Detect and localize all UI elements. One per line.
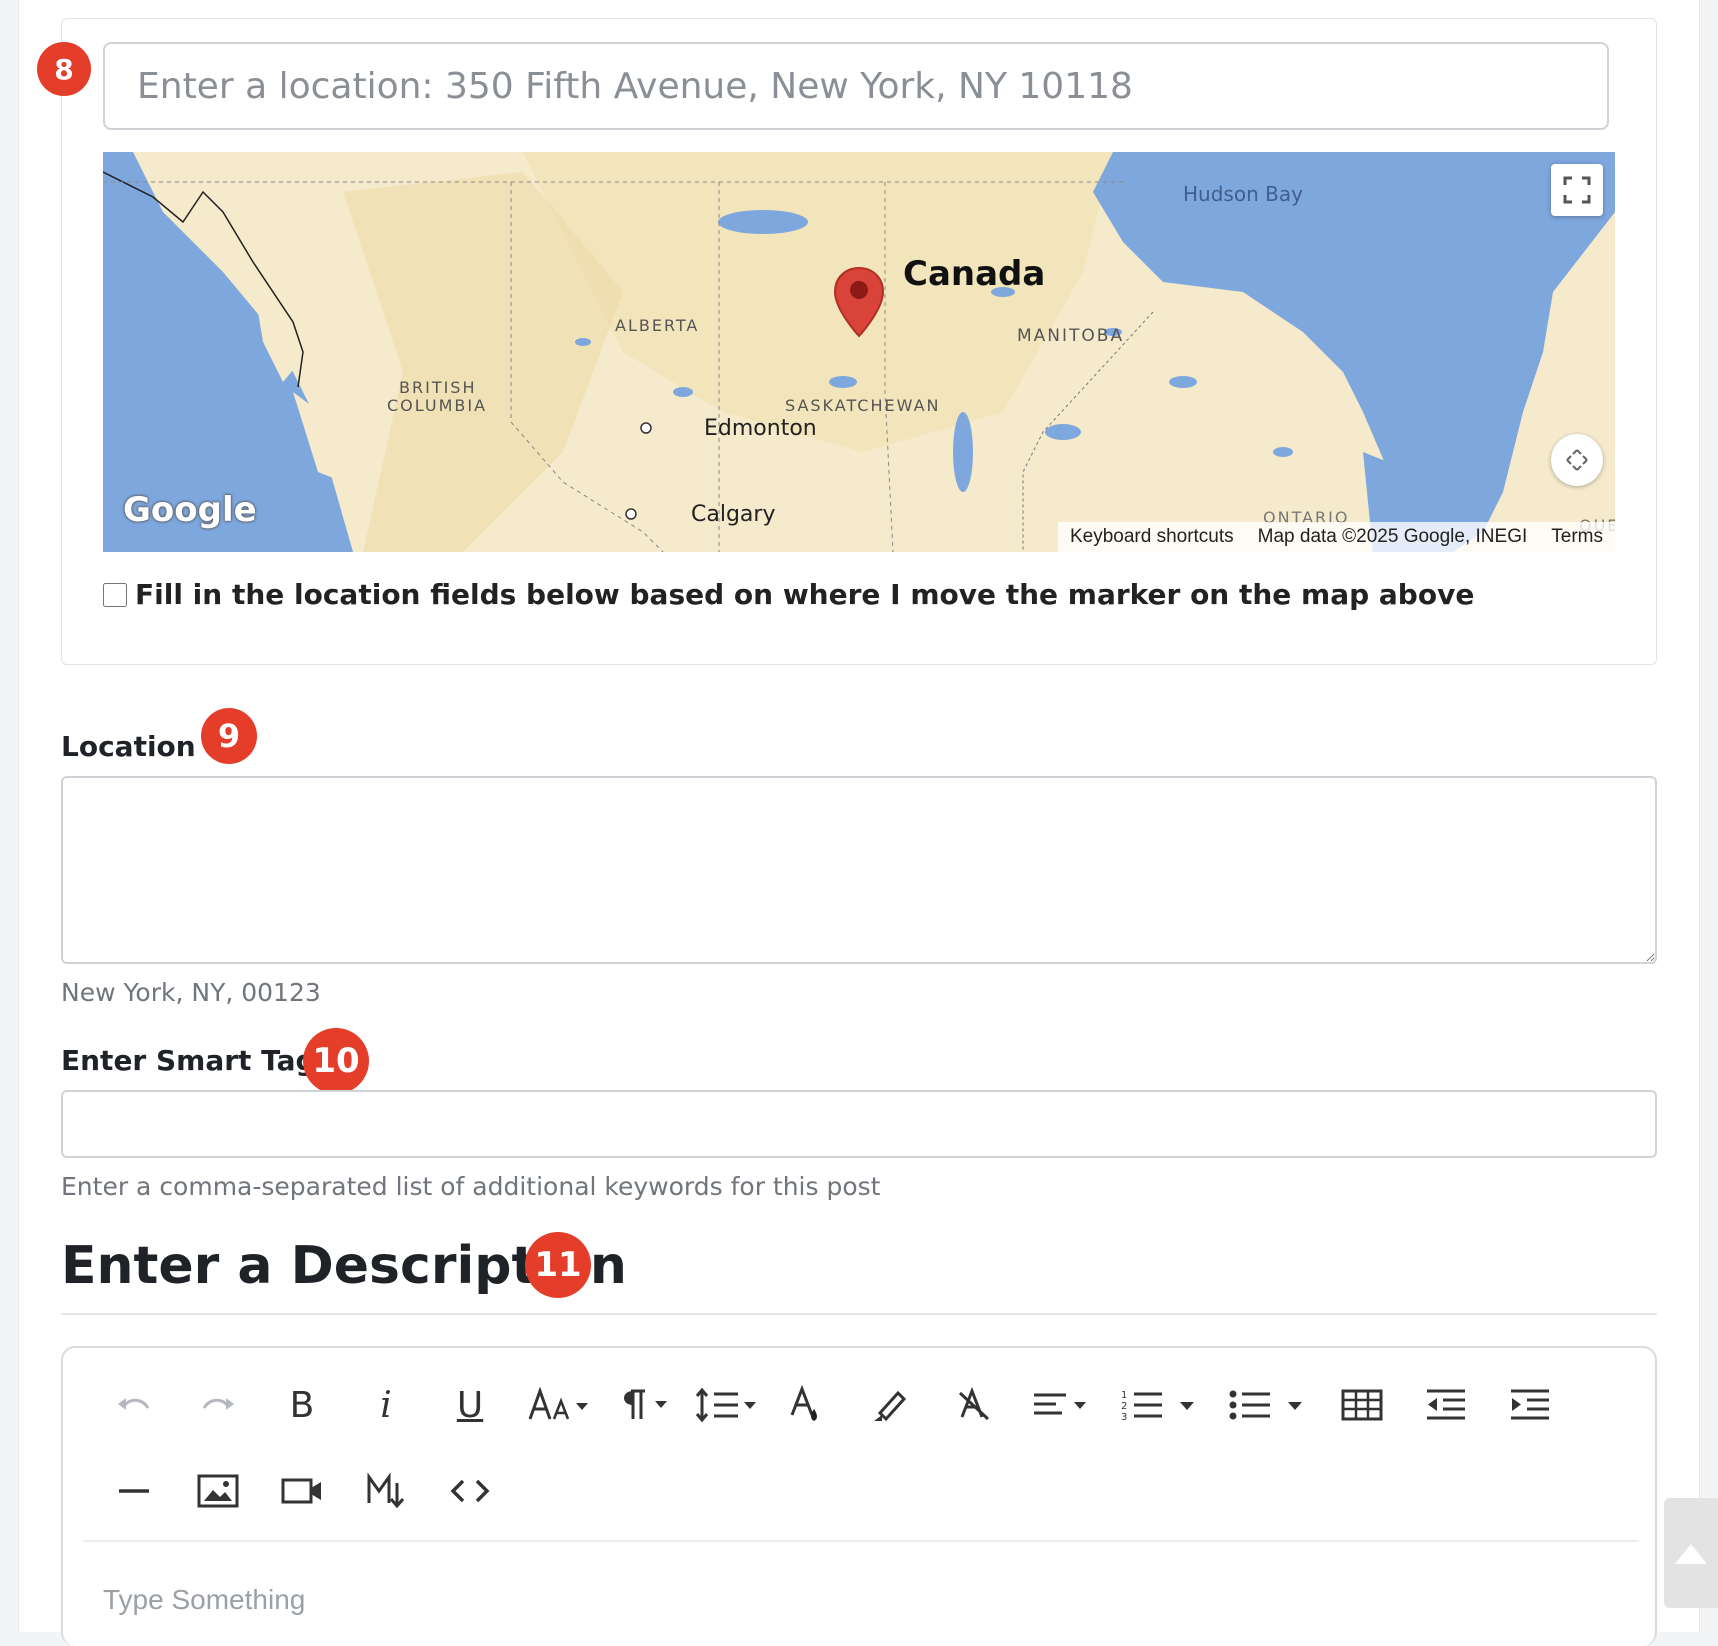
ordered-list-options-icon[interactable] bbox=[1169, 1374, 1205, 1436]
insert-image-icon[interactable] bbox=[187, 1460, 249, 1522]
rich-text-editor: B i U 123 Type Something bbox=[61, 1346, 1657, 1646]
editor-content[interactable]: Type Something bbox=[103, 1584, 305, 1616]
svg-text:2: 2 bbox=[1121, 1401, 1127, 1412]
fill-from-marker-checkbox[interactable] bbox=[103, 582, 127, 607]
map-label-alberta: ALBERTA bbox=[615, 316, 700, 335]
font-size-icon[interactable] bbox=[523, 1374, 595, 1436]
paragraph-format-icon[interactable] bbox=[607, 1374, 679, 1436]
unordered-list-options-icon[interactable] bbox=[1277, 1374, 1313, 1436]
step-badge-8: 8 bbox=[37, 42, 91, 96]
page: 8 Enter a location: 350 Fifth Avenue, Ne… bbox=[18, 0, 1700, 1646]
arrow-up-icon bbox=[1675, 1544, 1707, 1564]
location-search-input[interactable] bbox=[103, 42, 1609, 130]
step-badge-11: 11 bbox=[525, 1232, 591, 1298]
horizontal-line-icon[interactable] bbox=[103, 1460, 165, 1522]
map-label-hudson-bay: Hudson Bay bbox=[1183, 182, 1303, 206]
italic-icon[interactable]: i bbox=[355, 1374, 417, 1436]
markdown-icon[interactable] bbox=[355, 1460, 417, 1522]
map-label-saskatchewan: SASKATCHEWAN bbox=[785, 396, 941, 415]
smart-tags-help: Enter a comma-separated list of addition… bbox=[61, 1172, 881, 1201]
smart-tags-input[interactable] bbox=[61, 1090, 1657, 1158]
bold-icon[interactable]: B bbox=[271, 1374, 333, 1436]
redo-icon[interactable] bbox=[187, 1374, 249, 1436]
map[interactable]: Hudson Bay Canada ALBERTA MANITOBA BRITI… bbox=[103, 152, 1615, 552]
toolbar-divider bbox=[83, 1540, 1639, 1542]
clear-formatting-icon[interactable] bbox=[943, 1374, 1005, 1436]
insert-video-icon[interactable] bbox=[271, 1460, 333, 1522]
map-label-british-2: COLUMBIA bbox=[387, 396, 488, 415]
map-label-canada: Canada bbox=[903, 254, 1046, 294]
table-icon[interactable] bbox=[1331, 1374, 1393, 1436]
highlight-icon[interactable] bbox=[859, 1374, 921, 1436]
step-badge-10: 10 bbox=[303, 1028, 369, 1094]
underline-icon[interactable]: U bbox=[439, 1374, 501, 1436]
undo-icon[interactable] bbox=[103, 1374, 165, 1436]
smart-tags-label: Enter Smart Tags bbox=[61, 1044, 333, 1077]
scroll-to-top-button[interactable] bbox=[1664, 1498, 1718, 1608]
text-color-icon[interactable] bbox=[775, 1374, 837, 1436]
location-label: Location bbox=[61, 730, 196, 763]
step-badge-9: 9 bbox=[201, 708, 257, 764]
ordered-list-icon[interactable]: 123 bbox=[1111, 1374, 1173, 1436]
location-help: New York, NY, 00123 bbox=[61, 978, 321, 1007]
fill-from-marker-label[interactable]: Fill in the location fields below based … bbox=[135, 578, 1474, 611]
recenter-icon[interactable] bbox=[1551, 434, 1603, 486]
fill-from-marker-row: Fill in the location fields below based … bbox=[103, 578, 1474, 611]
google-logo: Google bbox=[123, 490, 257, 530]
outdent-icon[interactable] bbox=[1415, 1374, 1477, 1436]
unordered-list-icon[interactable] bbox=[1219, 1374, 1281, 1436]
map-label-manitoba: MANITOBA bbox=[1017, 326, 1125, 346]
map-data-text: Map data ©2025 Google, INEGI bbox=[1257, 526, 1528, 547]
map-label-edmonton: Edmonton bbox=[704, 416, 817, 441]
location-textarea[interactable] bbox=[61, 776, 1657, 964]
code-view-icon[interactable] bbox=[439, 1460, 501, 1522]
align-icon[interactable] bbox=[1027, 1374, 1099, 1436]
map-label-british-1: BRITISH bbox=[399, 378, 477, 397]
line-height-icon[interactable] bbox=[691, 1374, 763, 1436]
svg-text:1: 1 bbox=[1121, 1390, 1127, 1401]
svg-text:3: 3 bbox=[1121, 1412, 1127, 1423]
description-divider bbox=[61, 1313, 1657, 1315]
map-marker-icon[interactable] bbox=[833, 266, 885, 338]
map-canvas bbox=[103, 152, 1615, 552]
keyboard-shortcuts-link[interactable]: Keyboard shortcuts bbox=[1058, 526, 1246, 548]
indent-icon[interactable] bbox=[1499, 1374, 1561, 1436]
map-attribution: Keyboard shortcuts Map data ©2025 Google… bbox=[1057, 522, 1615, 552]
map-label-calgary: Calgary bbox=[691, 502, 776, 527]
terms-link[interactable]: Terms bbox=[1539, 526, 1615, 548]
fullscreen-icon[interactable] bbox=[1551, 164, 1603, 216]
